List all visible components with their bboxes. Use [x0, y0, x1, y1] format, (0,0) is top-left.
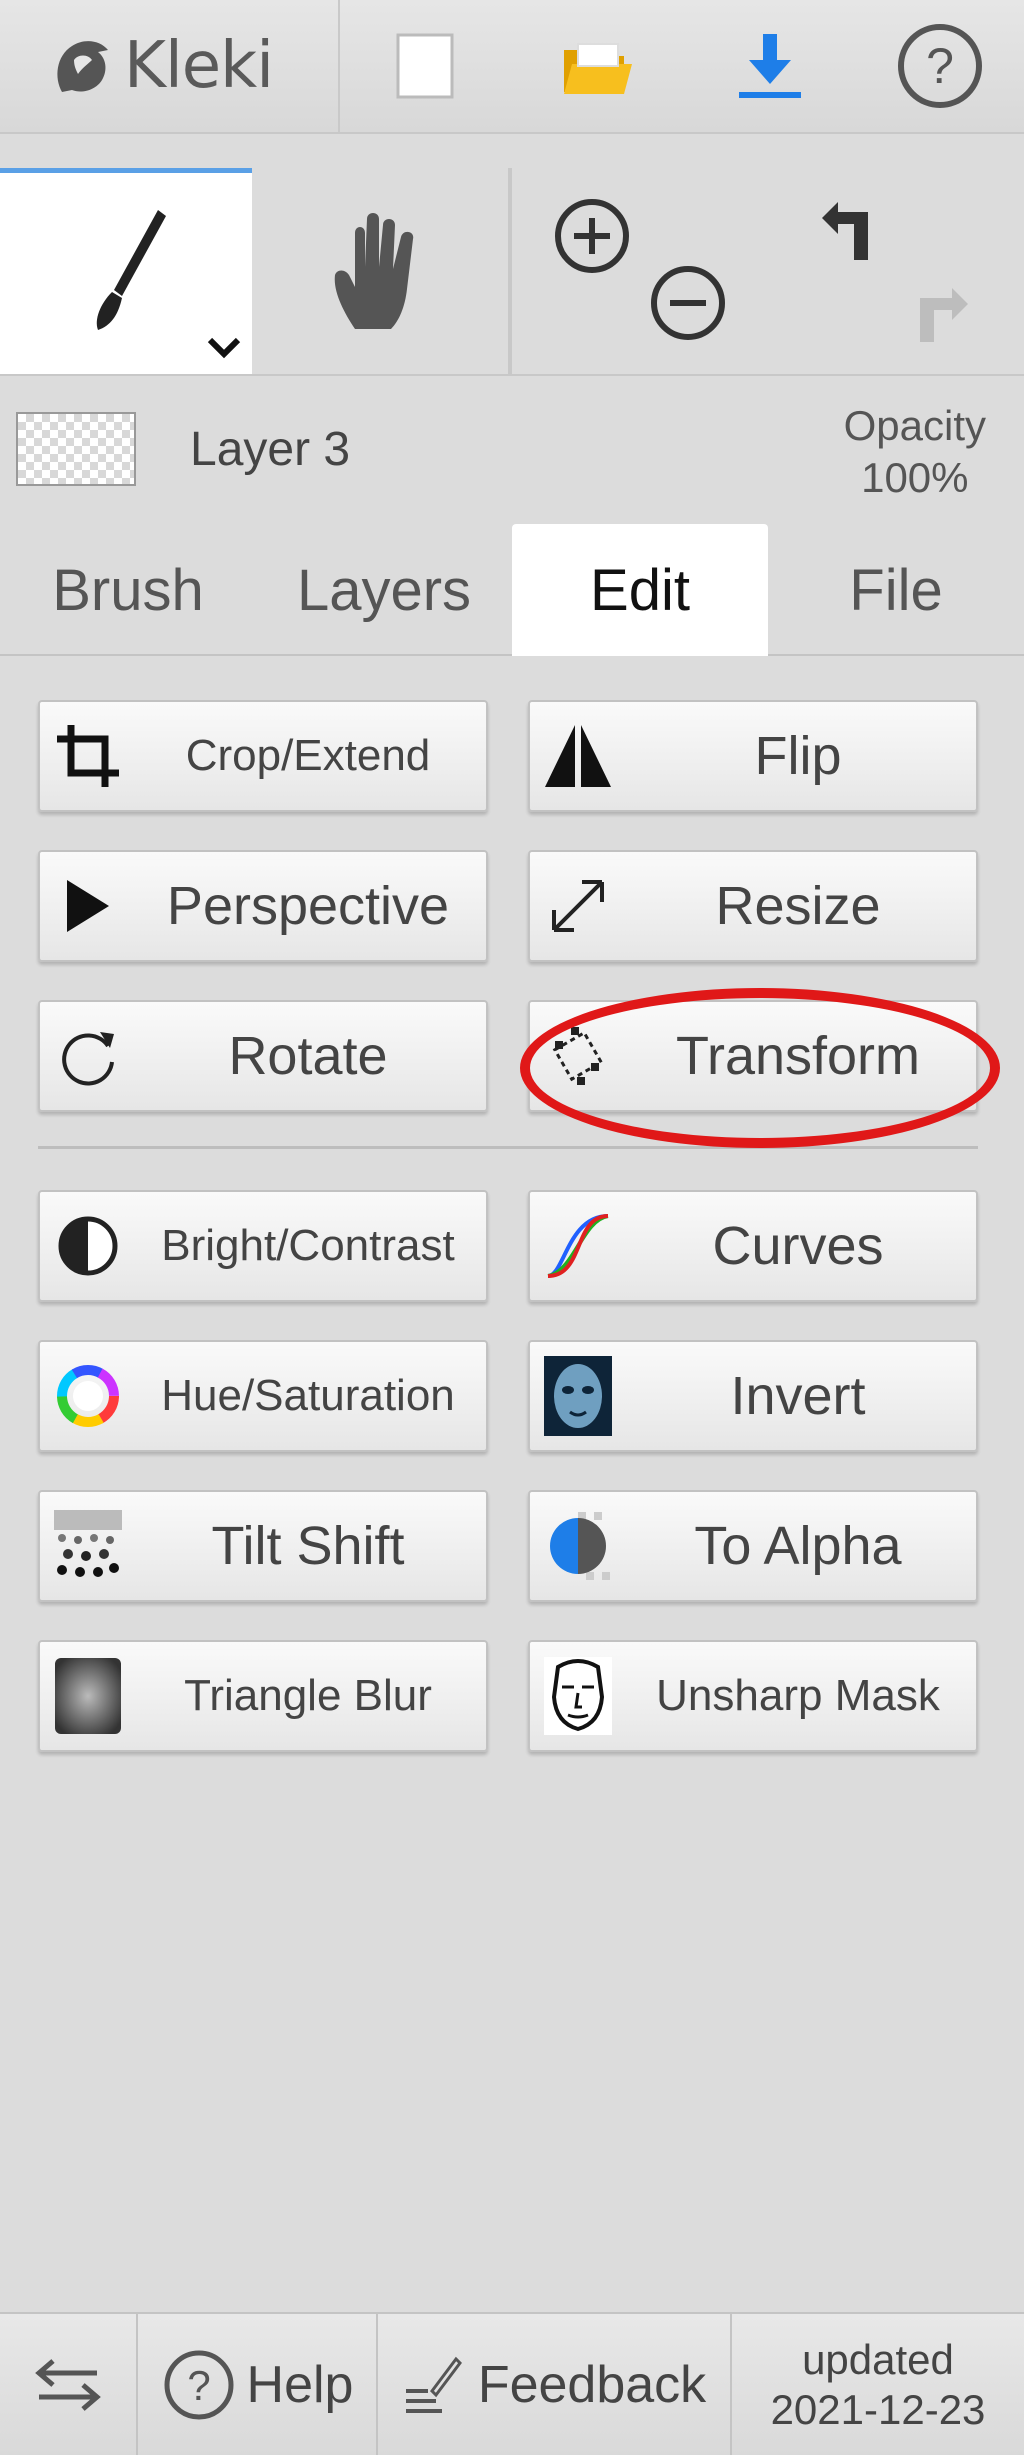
- help-button[interactable]: ?: [855, 0, 1024, 132]
- button-label: Flip: [754, 726, 842, 786]
- help-link[interactable]: ? Help: [138, 2314, 378, 2455]
- history-controls: [768, 168, 1024, 374]
- tab-file[interactable]: File: [768, 524, 1024, 656]
- help-icon: ?: [164, 2350, 234, 2419]
- edit-section-divider: [38, 1146, 978, 1149]
- button-label: Hue/Saturation: [161, 1371, 455, 1420]
- brush-icon: [96, 209, 166, 330]
- transform-icon: [552, 1027, 604, 1085]
- button-label: Triangle Blur: [184, 1671, 432, 1720]
- toolrow-divider: [510, 168, 512, 374]
- tool-row: [0, 168, 1024, 376]
- opacity-value: 100%: [861, 454, 969, 501]
- help-icon: ?: [897, 24, 982, 108]
- button-label: Transform: [675, 1026, 921, 1086]
- button-label: Invert: [730, 1366, 866, 1426]
- brush-tool-button[interactable]: [0, 168, 252, 374]
- bottom-bar: ? Help Feedback updated 2021-12-23: [0, 2312, 1024, 2455]
- button-label: Bright/Contrast: [161, 1221, 455, 1270]
- updated-info: updated 2021-12-23: [732, 2314, 1024, 2455]
- perspective-icon: [67, 880, 109, 932]
- layer-name: Layer 3: [190, 423, 351, 476]
- app-name: Kleki: [124, 29, 274, 103]
- button-label: Unsharp Mask: [656, 1671, 940, 1720]
- panel-tabs: Brush Layers Edit File: [0, 524, 1024, 656]
- resize-icon: [552, 880, 604, 932]
- flip-icon: [545, 725, 611, 787]
- tab-brush[interactable]: Brush: [0, 524, 256, 656]
- hue-saturation-icon: [57, 1365, 119, 1427]
- zoom-in-icon[interactable]: [552, 196, 632, 276]
- feedback-label: Feedback: [477, 2355, 707, 2414]
- kleki-logo-icon: [57, 41, 108, 92]
- zoom-controls: [512, 168, 768, 374]
- invert-button[interactable]: Invert: [528, 1340, 978, 1452]
- layer-opacity[interactable]: Opacity 100%: [844, 400, 986, 504]
- flip-button[interactable]: Flip: [528, 700, 978, 812]
- open-folder-icon: [563, 43, 632, 94]
- opacity-label: Opacity: [843, 402, 986, 449]
- current-layer-row[interactable]: Layer 3 Opacity 100%: [0, 378, 1024, 526]
- crop-icon: [57, 725, 119, 787]
- svg-text:?: ?: [926, 38, 954, 94]
- tilt-shift-icon: [54, 1510, 122, 1577]
- curves-button[interactable]: Curves: [528, 1190, 978, 1302]
- open-file-button[interactable]: [510, 0, 685, 132]
- hand-icon: [334, 213, 414, 329]
- top-toolbar: Kleki ?: [0, 0, 1024, 134]
- undo-icon[interactable]: [808, 196, 888, 276]
- tab-layers[interactable]: Layers: [256, 524, 512, 656]
- curves-icon: [547, 1214, 609, 1278]
- brightness-contrast-icon: [58, 1216, 118, 1276]
- to-alpha-button[interactable]: To Alpha: [528, 1490, 978, 1602]
- triangle-blur-button[interactable]: Triangle Blur: [38, 1640, 488, 1752]
- kleki-logo[interactable]: Kleki: [0, 0, 340, 132]
- updated-date: 2021-12-23: [770, 2385, 986, 2433]
- triangle-blur-icon: [55, 1658, 121, 1734]
- bright-contrast-button[interactable]: Bright/Contrast: [38, 1190, 488, 1302]
- unsharp-mask-button[interactable]: Unsharp Mask: [528, 1640, 978, 1752]
- button-label: Rotate: [228, 1026, 388, 1086]
- redo-icon[interactable]: [902, 266, 982, 346]
- to-alpha-icon: [550, 1512, 610, 1580]
- download-icon: [739, 34, 801, 98]
- tab-edit[interactable]: Edit: [512, 524, 768, 656]
- rotate-button[interactable]: Rotate: [38, 1000, 488, 1112]
- new-file-button[interactable]: [340, 0, 510, 132]
- rotate-icon: [62, 1032, 114, 1086]
- hue-saturation-button[interactable]: Hue/Saturation: [38, 1340, 488, 1452]
- help-label: Help: [246, 2355, 354, 2414]
- swap-arrows-icon: [35, 2358, 101, 2411]
- hand-tool-button[interactable]: [252, 168, 510, 374]
- chevron-down-icon[interactable]: [206, 336, 242, 360]
- unsharp-mask-icon: [544, 1657, 612, 1735]
- new-file-icon: [396, 33, 454, 99]
- download-button[interactable]: [685, 0, 855, 132]
- button-label: Crop/Extend: [185, 731, 431, 780]
- invert-icon: [544, 1356, 612, 1436]
- button-label: Perspective: [166, 876, 450, 936]
- swap-side-button[interactable]: [0, 2314, 138, 2455]
- zoom-out-icon[interactable]: [648, 263, 728, 343]
- tilt-shift-button[interactable]: Tilt Shift: [38, 1490, 488, 1602]
- resize-button[interactable]: Resize: [528, 850, 978, 962]
- crop-extend-button[interactable]: Crop/Extend: [38, 700, 488, 812]
- button-label: Tilt Shift: [211, 1516, 405, 1576]
- button-label: Resize: [715, 876, 881, 936]
- updated-label: updated: [802, 2335, 954, 2383]
- transform-button[interactable]: Transform: [528, 1000, 978, 1112]
- layer-thumbnail: [16, 412, 136, 486]
- button-label: Curves: [712, 1216, 884, 1276]
- button-label: To Alpha: [694, 1516, 902, 1576]
- feedback-link[interactable]: Feedback: [378, 2314, 732, 2455]
- feedback-pen-icon: [405, 2356, 462, 2413]
- svg-text:?: ?: [187, 2362, 210, 2409]
- perspective-button[interactable]: Perspective: [38, 850, 488, 962]
